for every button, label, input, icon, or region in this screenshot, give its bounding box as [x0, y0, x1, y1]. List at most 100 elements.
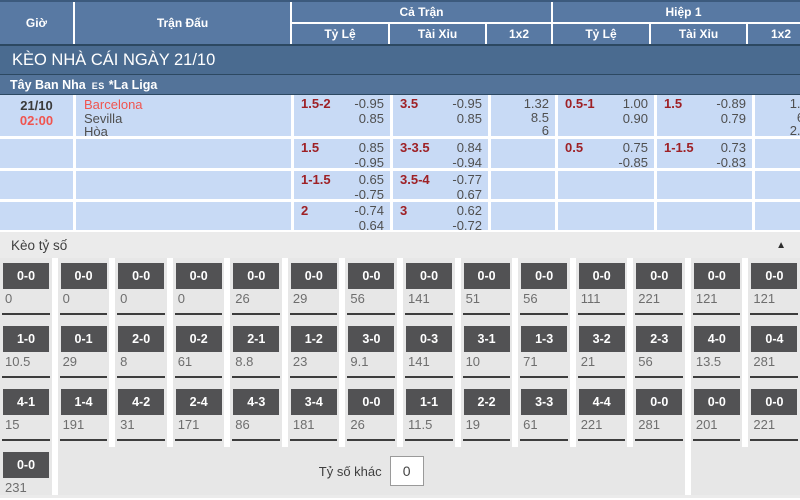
score-box[interactable]: 3-2 [579, 326, 625, 352]
score-odds-value: 201 [696, 418, 743, 432]
score-box[interactable]: 0-0 [176, 263, 222, 289]
score-box[interactable]: 0-0 [751, 389, 797, 415]
other-score-input[interactable] [390, 456, 424, 486]
score-box[interactable]: 0-0 [521, 263, 567, 289]
odds-value[interactable]: -0.77 [452, 173, 482, 188]
score-box[interactable]: 0-4 [751, 326, 797, 352]
score-box[interactable]: 0-0 [291, 263, 337, 289]
collapse-arrow-icon[interactable]: ▲ [776, 240, 786, 251]
odds-value[interactable]: -0.89 [716, 97, 746, 112]
odds-value[interactable]: 0.64 [359, 219, 384, 231]
score-box[interactable]: 2-2 [464, 389, 510, 415]
odds-value[interactable]: -0.72 [452, 219, 482, 231]
score-box[interactable]: 2-4 [176, 389, 222, 415]
odds-value[interactable]: 1.74 [790, 97, 800, 111]
score-box[interactable]: 4-4 [579, 389, 625, 415]
odds-value[interactable]: -0.85 [618, 156, 648, 169]
score-box[interactable]: 1-2 [291, 326, 337, 352]
handicap-line: 1.5-2 [301, 97, 331, 136]
score-box[interactable]: 4-1 [3, 389, 49, 415]
score-odds-value: 86 [235, 418, 282, 432]
score-box[interactable]: 4-2 [118, 389, 164, 415]
separator-line [232, 313, 280, 315]
odds-value[interactable]: 0.84 [457, 141, 482, 156]
odds-value[interactable]: 2.85 [790, 124, 800, 136]
score-box[interactable]: 0-0 [348, 263, 394, 289]
score-row-separator [0, 376, 800, 384]
odds-value[interactable]: -0.75 [354, 188, 384, 200]
separator-line [463, 376, 511, 378]
score-box[interactable]: 3-3 [521, 389, 567, 415]
score-box[interactable]: 0-0 [3, 452, 49, 478]
odds-value[interactable]: 0.85 [359, 141, 384, 156]
score-box[interactable]: 0-3 [406, 326, 452, 352]
score-box[interactable]: 0-0 [751, 263, 797, 289]
score-box[interactable]: 2-0 [118, 326, 164, 352]
score-box[interactable]: 0-0 [118, 263, 164, 289]
separator-line [520, 376, 568, 378]
score-box[interactable]: 0-0 [233, 263, 279, 289]
score-box[interactable]: 0-0 [406, 263, 452, 289]
separator-cell [633, 313, 685, 321]
score-box[interactable]: 3-0 [348, 326, 394, 352]
separator-cell [0, 439, 52, 447]
score-box[interactable]: 3-1 [464, 326, 510, 352]
odds-value[interactable]: 1.32 [524, 97, 549, 111]
score-box[interactable]: 0-0 [579, 263, 625, 289]
score-odds-value: 0 [5, 292, 52, 306]
odds-value[interactable]: 0.85 [359, 112, 384, 127]
score-box[interactable]: 1-4 [61, 389, 107, 415]
odds-value[interactable]: -0.95 [452, 97, 482, 112]
score-box[interactable]: 0-0 [3, 263, 49, 289]
score-box[interactable]: 2-1 [233, 326, 279, 352]
separator-line [117, 313, 165, 315]
score-box[interactable]: 0-2 [176, 326, 222, 352]
odds-value[interactable]: 0.67 [457, 188, 482, 200]
score-box[interactable]: 0-0 [464, 263, 510, 289]
ft-hdp-cell: 1-1.50.65-0.75 [294, 171, 390, 199]
odds-value[interactable]: 8.5 [531, 111, 549, 125]
odds-value[interactable]: 0.85 [457, 112, 482, 127]
odds-value[interactable]: 0.79 [721, 112, 746, 127]
league-country-code: es [92, 81, 105, 91]
odds-value[interactable]: 1.00 [623, 97, 648, 112]
odds-value[interactable]: -0.94 [452, 156, 482, 169]
league-name: *La Liga [109, 78, 158, 92]
odds-value[interactable]: 0.75 [623, 141, 648, 156]
odds-value[interactable]: 0.73 [721, 141, 746, 156]
separator-cell [633, 439, 685, 447]
odds-value[interactable]: 0.90 [623, 112, 648, 127]
score-odds-value: 10 [466, 355, 513, 369]
odds-value[interactable]: -0.95 [354, 97, 384, 112]
score-odds-value: 61 [523, 418, 570, 432]
score-box[interactable]: 2-3 [636, 326, 682, 352]
score-box[interactable]: 1-3 [521, 326, 567, 352]
score-box[interactable]: 4-0 [694, 326, 740, 352]
score-odds-value: 0 [178, 292, 225, 306]
score-box[interactable]: 0-0 [636, 389, 682, 415]
score-box[interactable]: 0-0 [636, 263, 682, 289]
score-box[interactable]: 0-0 [694, 263, 740, 289]
odds-value[interactable]: -0.74 [354, 204, 384, 219]
score-box[interactable]: 0-0 [694, 389, 740, 415]
score-cell: 0-00 [173, 258, 225, 313]
odds-value[interactable]: 6 [542, 124, 549, 136]
score-box[interactable]: 1-0 [3, 326, 49, 352]
separator-cell [173, 313, 225, 321]
handicap-line: 1.5 [664, 97, 682, 136]
score-box[interactable]: 3-4 [291, 389, 337, 415]
league-bar[interactable]: Tây Ban Nha es *La Liga [0, 75, 800, 95]
odds-value[interactable]: 0.62 [457, 204, 482, 219]
odds-value[interactable]: -0.83 [716, 156, 746, 169]
score-box[interactable]: 1-1 [406, 389, 452, 415]
match-date: 21/10 [20, 98, 53, 113]
score-box[interactable]: 0-0 [61, 263, 107, 289]
score-box[interactable]: 0-1 [61, 326, 107, 352]
score-cell: 0-00 [0, 258, 52, 313]
odds-value[interactable]: -0.95 [354, 156, 384, 169]
score-box[interactable]: 0-0 [348, 389, 394, 415]
score-box[interactable]: 4-3 [233, 389, 279, 415]
odds-column: 0.73-0.83 [716, 141, 746, 168]
odds-value[interactable]: 0.65 [359, 173, 384, 188]
handicap-line: 2 [301, 204, 308, 230]
